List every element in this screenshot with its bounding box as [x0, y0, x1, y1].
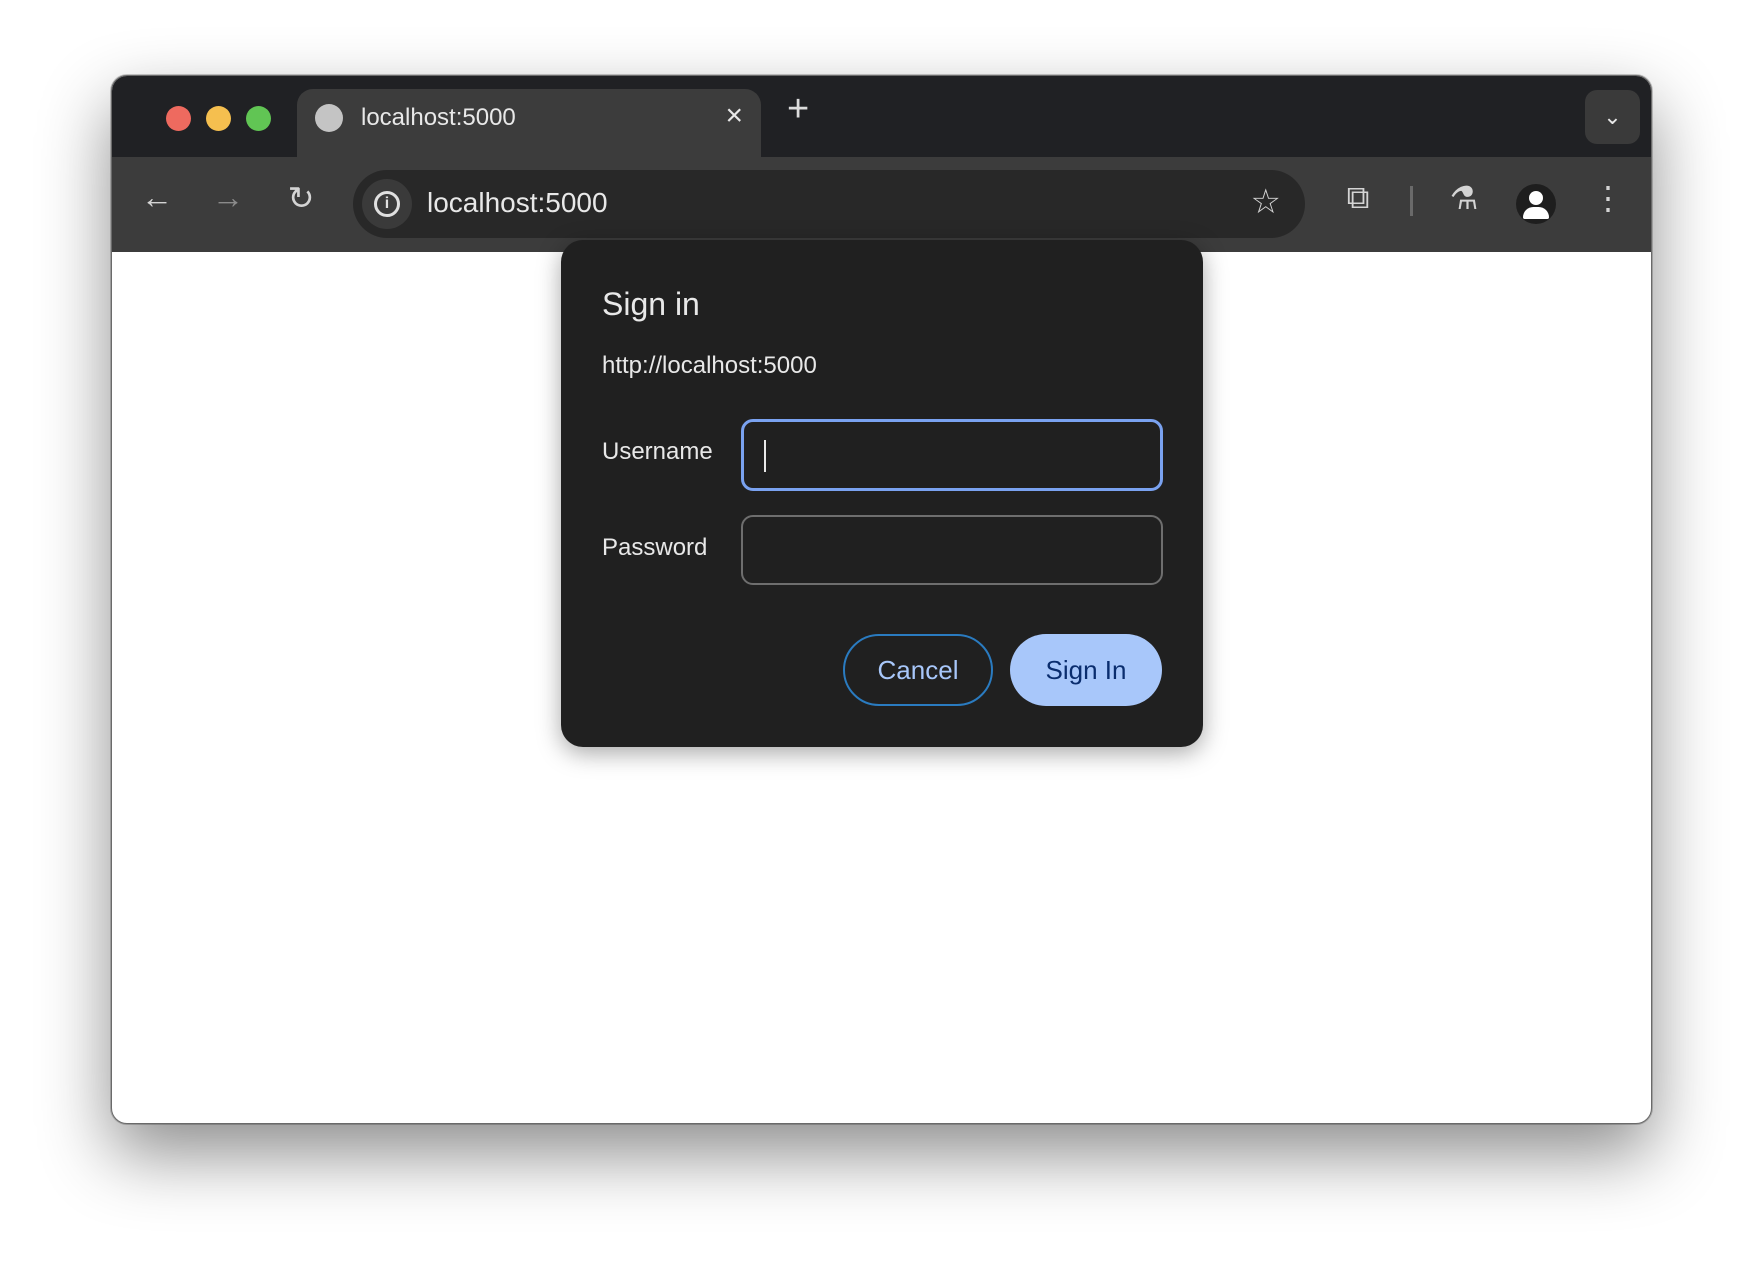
menu-kebab-icon[interactable]: ⋮ [1586, 179, 1630, 217]
tab-close-icon[interactable]: × [725, 99, 743, 133]
maximize-window-button[interactable] [246, 106, 271, 131]
toolbar-divider [1410, 186, 1413, 216]
sign-in-dialog: Sign in http://localhost:5000 Username P… [561, 240, 1203, 747]
minimize-window-button[interactable] [206, 106, 231, 131]
new-tab-button[interactable]: + [787, 88, 809, 131]
username-input[interactable] [741, 419, 1163, 491]
sign-in-button[interactable]: Sign In [1010, 634, 1162, 706]
extensions-puzzle-icon[interactable]: ⧉ [1336, 179, 1380, 217]
globe-icon [315, 104, 343, 132]
toolbar: ← → ↻ i localhost:5000 ☆ ⧉ ⚗ ⋮ [112, 157, 1651, 252]
password-label: Password [602, 534, 708, 561]
tab-search-chevron-down-icon[interactable]: ⌄ [1585, 90, 1640, 144]
bookmark-star-icon[interactable]: ☆ [1251, 182, 1281, 222]
labs-flask-icon[interactable]: ⚗ [1442, 179, 1486, 217]
text-caret [764, 440, 766, 472]
cancel-button[interactable]: Cancel [843, 634, 993, 706]
back-icon[interactable]: ← [135, 179, 179, 216]
forward-icon[interactable]: → [206, 179, 250, 216]
username-label: Username [602, 438, 713, 465]
dialog-origin: http://localhost:5000 [602, 352, 817, 379]
site-info-button[interactable]: i [362, 179, 412, 229]
info-icon: i [374, 191, 400, 217]
close-window-button[interactable] [166, 106, 191, 131]
dialog-title: Sign in [602, 286, 700, 322]
address-text[interactable]: localhost:5000 [427, 187, 608, 219]
password-input[interactable] [741, 515, 1163, 585]
tab-strip: localhost:5000 × + ⌄ [112, 76, 1651, 157]
tab-localhost[interactable]: localhost:5000 × [297, 89, 761, 157]
profile-avatar-icon[interactable] [1516, 184, 1556, 224]
tab-title: localhost:5000 [361, 104, 516, 131]
address-bar[interactable]: i localhost:5000 ☆ [353, 170, 1305, 238]
reload-icon[interactable]: ↻ [279, 179, 323, 217]
